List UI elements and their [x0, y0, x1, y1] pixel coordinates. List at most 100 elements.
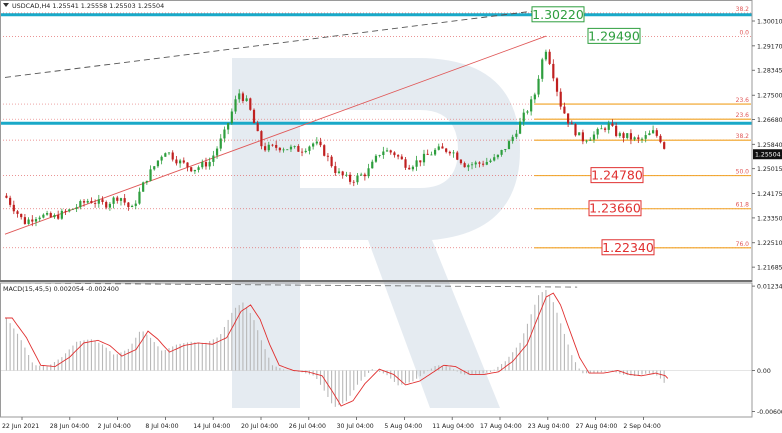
candle-body: [263, 146, 267, 151]
candle-body: [90, 200, 93, 203]
candle-body: [230, 111, 233, 124]
price-annotation: 1.24780: [591, 168, 643, 183]
candle-body: [68, 209, 71, 212]
candle-body: [544, 51, 548, 60]
candle-body: [241, 93, 245, 102]
candle-body: [319, 141, 322, 146]
candle-body: [293, 146, 296, 147]
candle-body: [308, 146, 311, 151]
candle-body: [426, 153, 429, 155]
candle-body: [563, 106, 566, 114]
fib-level-label: 0.0: [739, 29, 749, 36]
symbol-header: USDCAD,H4 1.25541 1.25558 1.25503 1.2550…: [12, 2, 164, 10]
candle-body: [53, 215, 56, 218]
candle-body: [249, 98, 252, 110]
candle-body: [171, 152, 174, 160]
candle-body: [356, 175, 359, 183]
y-tick-label: 1.24175: [757, 191, 782, 198]
candle-body: [371, 161, 374, 169]
candle-body: [633, 137, 636, 140]
candle-body: [482, 163, 485, 165]
candle-body: [622, 133, 625, 138]
candle-body: [648, 133, 651, 136]
candle-body: [145, 180, 148, 183]
candle-body: [5, 195, 8, 198]
candle-body: [537, 78, 540, 95]
candle-body: [589, 139, 592, 141]
candle-body: [500, 150, 503, 155]
candle-body: [507, 141, 511, 150]
candle-body: [160, 156, 163, 161]
candle-body: [615, 125, 618, 136]
y-tick-label: 1.30010: [757, 19, 782, 26]
candle-body: [600, 128, 603, 130]
candle-body: [223, 129, 226, 139]
candle-body: [238, 93, 241, 100]
candle-body: [23, 217, 27, 224]
chart-canvas: 38.2 0.0 23.6 23.6 38.2 50.0 61.8 76.0 1.30010 1…: [0, 0, 782, 433]
candle-body: [489, 160, 492, 162]
candle-body: [478, 162, 481, 164]
y-tick-label: 1.21685: [757, 265, 782, 272]
candle-body: [45, 213, 49, 215]
x-tick-label: 28 Jun 04:00: [50, 423, 89, 430]
candle-body: [382, 151, 385, 156]
candle-body: [208, 161, 211, 167]
candle-body: [245, 98, 248, 102]
candle-body: [60, 210, 63, 219]
candle-body: [374, 155, 378, 162]
y-tick-label: 1.23350: [757, 215, 782, 222]
candle-body: [581, 132, 584, 142]
candle-body: [393, 152, 396, 156]
candle-body: [592, 134, 596, 140]
candle-body: [49, 213, 52, 218]
candle-body: [79, 201, 82, 208]
macd-header: MACD(15,45,5) 0.002054 -0.002400: [3, 285, 119, 293]
candle-body: [644, 135, 647, 139]
macd-y-tick-label: 0.012347: [757, 284, 782, 291]
candle-body: [101, 199, 104, 203]
price-annotation: 1.29490: [588, 28, 640, 43]
price-annotation: 1.30220: [532, 7, 584, 22]
candle-body: [352, 181, 355, 183]
x-tick-label: 17 Aug 04:00: [480, 423, 522, 430]
fib-level-label: 23.6: [736, 112, 750, 119]
candle-body: [256, 123, 259, 132]
candle-body: [463, 163, 466, 168]
candle-body: [38, 217, 41, 220]
candle-body: [570, 123, 573, 125]
candle-body: [123, 198, 126, 203]
candle-body: [204, 162, 208, 167]
x-tick-label: 11 Aug 04:00: [432, 423, 474, 430]
candle-body: [227, 123, 230, 130]
candle-body: [82, 201, 86, 203]
candle-body: [119, 198, 123, 201]
candle-body: [397, 155, 400, 157]
candle-body: [663, 142, 666, 149]
candle-body: [445, 148, 448, 152]
candle-body: [323, 145, 326, 156]
candle-body: [341, 171, 344, 176]
candle-body: [515, 133, 518, 137]
candle-body: [64, 210, 67, 212]
candle-body: [182, 160, 185, 163]
candle-body: [252, 109, 256, 124]
candle-body: [304, 150, 307, 153]
candle-body: [378, 155, 381, 156]
candle-body: [297, 146, 300, 152]
candle-body: [493, 157, 496, 161]
y-tick-label: 1.29170: [757, 43, 782, 50]
y-tick-label: 1.25015: [757, 166, 782, 173]
candle-body: [42, 214, 45, 218]
candle-body: [415, 160, 418, 167]
x-tick-label: 27 Aug 04:00: [576, 423, 618, 430]
candle-body: [367, 168, 370, 177]
candle-body: [448, 151, 451, 154]
candle-body: [422, 153, 426, 163]
candle-body: [164, 153, 167, 157]
x-tick-label: 20 Jul 04:00: [241, 423, 278, 430]
candle-body: [34, 219, 38, 222]
candle-body: [167, 152, 171, 154]
y-tick-label: 1.26680: [757, 117, 782, 124]
candle-body: [20, 213, 23, 218]
